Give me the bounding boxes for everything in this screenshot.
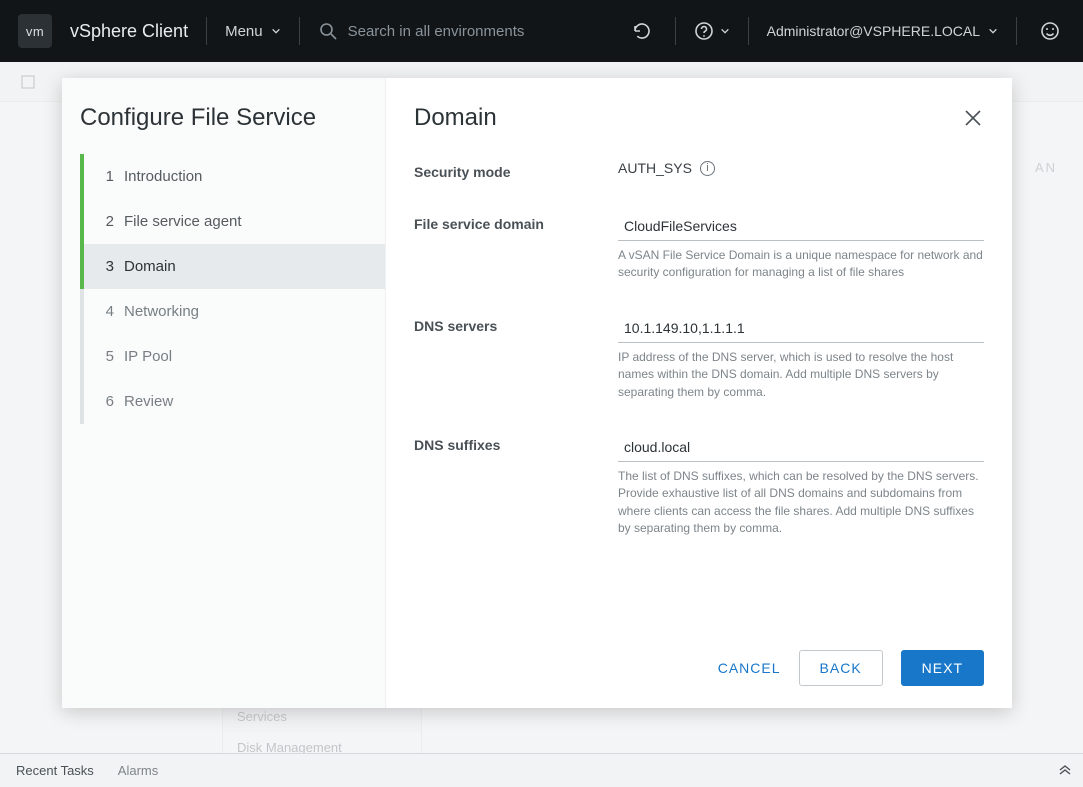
row-file-service-domain: File service domain A vSAN File Service … [414, 202, 984, 304]
wizard-footer: CANCEL BACK NEXT [386, 632, 1012, 708]
wizard-content-panel: Domain Security mode AUTH_SYS i File ser… [386, 78, 1012, 708]
wizard-steps-panel: Configure File Service 1 Introduction 2 … [62, 78, 386, 708]
label-dns-suffixes: DNS suffixes [414, 433, 594, 453]
refresh-button[interactable] [627, 16, 657, 46]
step-label: Networking [124, 303, 199, 320]
domain-form: Security mode AUTH_SYS i File service do… [386, 150, 1012, 632]
step-networking[interactable]: 4 Networking [80, 289, 385, 334]
expand-bottom-panel[interactable] [1057, 760, 1073, 776]
file-service-domain-input[interactable] [618, 212, 984, 241]
menu-label: Menu [225, 23, 263, 40]
smiley-icon [1040, 21, 1060, 41]
menu-dropdown[interactable]: Menu [225, 23, 281, 40]
user-label: Administrator@VSPHERE.LOCAL [767, 23, 980, 39]
step-introduction[interactable]: 1 Introduction [80, 154, 385, 199]
close-icon[interactable] [962, 107, 984, 129]
dns-servers-input[interactable] [618, 314, 984, 343]
alarms-tab[interactable]: Alarms [118, 763, 158, 778]
cancel-button[interactable]: CANCEL [718, 660, 781, 676]
row-dns-suffixes: DNS suffixes The list of DNS suffixes, w… [414, 423, 984, 560]
help-dns-servers: IP address of the DNS server, which is u… [618, 343, 984, 401]
info-icon[interactable]: i [700, 161, 715, 176]
help-dns-suffixes: The list of DNS suffixes, which can be r… [618, 462, 984, 538]
step-file-service-agent[interactable]: 2 File service agent [80, 199, 385, 244]
step-number: 2 [100, 213, 114, 230]
wizard-steps: 1 Introduction 2 File service agent 3 Do… [80, 154, 385, 424]
panel-title: Domain [414, 104, 497, 132]
chevron-down-icon [988, 26, 998, 36]
chevron-double-up-icon [1057, 760, 1073, 776]
next-button[interactable]: NEXT [901, 650, 984, 686]
vmware-logo: vm [18, 14, 52, 48]
back-button[interactable]: BACK [799, 650, 883, 686]
chevron-down-icon [271, 26, 281, 36]
divider [299, 17, 300, 45]
step-number: 3 [100, 258, 114, 275]
help-file-service-domain: A vSAN File Service Domain is a unique n… [618, 241, 984, 282]
step-label: File service agent [124, 213, 242, 230]
divider [675, 17, 676, 45]
search-icon [318, 21, 338, 41]
step-number: 4 [100, 303, 114, 320]
divider [748, 17, 749, 45]
refresh-icon [632, 21, 652, 41]
step-number: 1 [100, 168, 114, 185]
product-name: vSphere Client [70, 21, 188, 42]
step-number: 5 [100, 348, 114, 365]
row-dns-servers: DNS servers IP address of the DNS server… [414, 304, 984, 423]
label-dns-servers: DNS servers [414, 314, 594, 334]
label-file-service-domain: File service domain [414, 212, 594, 232]
step-domain[interactable]: 3 Domain [80, 244, 385, 289]
wizard-panel-header: Domain [386, 78, 1012, 150]
help-dropdown[interactable] [694, 21, 730, 41]
search-placeholder: Search in all environments [348, 23, 525, 40]
user-dropdown[interactable]: Administrator@VSPHERE.LOCAL [767, 23, 998, 39]
step-ip-pool[interactable]: 5 IP Pool [80, 334, 385, 379]
step-label: IP Pool [124, 348, 172, 365]
label-security-mode: Security mode [414, 160, 594, 180]
step-label: Introduction [124, 168, 202, 185]
bottom-bar: Recent Tasks Alarms [0, 753, 1083, 787]
dns-suffixes-input[interactable] [618, 433, 984, 462]
configure-file-service-dialog: Configure File Service 1 Introduction 2 … [62, 78, 1012, 708]
wizard-title: Configure File Service [62, 104, 385, 154]
help-icon [694, 21, 714, 41]
value-security-mode: AUTH_SYS i [618, 160, 984, 176]
divider [1016, 17, 1017, 45]
security-mode-text: AUTH_SYS [618, 160, 692, 176]
divider [206, 17, 207, 45]
global-search[interactable]: Search in all environments [318, 21, 525, 41]
top-bar: vm vSphere Client Menu Search in all env… [0, 0, 1083, 62]
step-review[interactable]: 6 Review [80, 379, 385, 424]
step-number: 6 [100, 393, 114, 410]
chevron-down-icon [720, 26, 730, 36]
feedback-button[interactable] [1035, 16, 1065, 46]
step-label: Review [124, 393, 173, 410]
row-security-mode: Security mode AUTH_SYS i [414, 150, 984, 202]
step-label: Domain [124, 258, 176, 275]
recent-tasks-tab[interactable]: Recent Tasks [16, 763, 94, 778]
